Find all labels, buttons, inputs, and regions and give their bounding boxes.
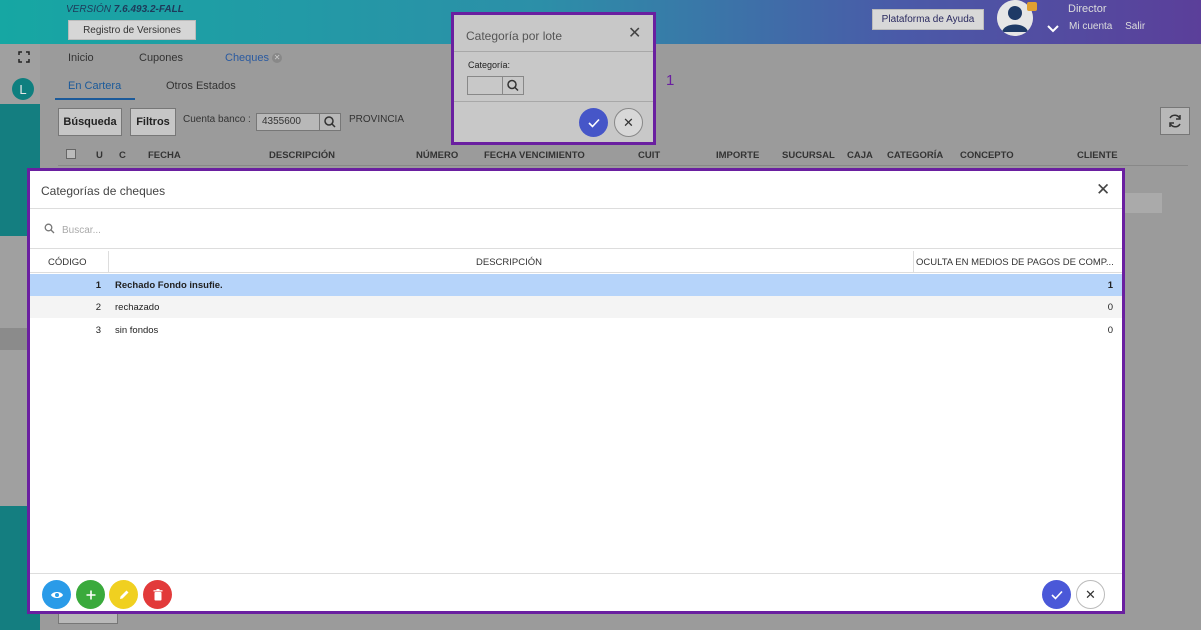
category-label: Categoría:: [468, 60, 511, 70]
table-row[interactable]: 1 Rechado Fondo insufie. 1: [30, 274, 1122, 296]
chevron-down-icon[interactable]: [1047, 24, 1059, 36]
add-button[interactable]: [76, 580, 105, 609]
close-icon[interactable]: ✕: [272, 53, 283, 64]
col-descripcion[interactable]: DESCRIPCIÓN: [476, 257, 542, 268]
bank-name: PROVINCIA: [349, 114, 405, 125]
divider: [454, 51, 653, 52]
trash-icon: [153, 588, 162, 600]
active-subtab-indicator: [55, 98, 135, 100]
col-oculta[interactable]: OCULTA EN MEDIOS DE PAGOS DE COMP...: [916, 257, 1114, 268]
delete-button[interactable]: [143, 580, 172, 609]
cell-code: 3: [95, 325, 101, 336]
tab-cheques-label: Cheques: [225, 52, 270, 64]
cell-description: Rechado Fondo insufie.: [115, 280, 223, 291]
refresh-button[interactable]: [1160, 107, 1190, 135]
refresh-icon: [1169, 114, 1181, 128]
tab-cheques[interactable]: Cheques ✕: [225, 52, 283, 64]
subtab-en-cartera[interactable]: En Cartera: [68, 80, 121, 92]
annotation-label-1: 1: [666, 72, 675, 89]
col-descripcion[interactable]: DESCRIPCIÓN: [269, 150, 335, 161]
cell-description: rechazado: [115, 302, 160, 313]
cancel-button[interactable]: ✕: [1076, 580, 1105, 609]
tab-inicio[interactable]: Inicio: [68, 52, 94, 64]
column-divider: [913, 251, 914, 273]
search-icon[interactable]: [319, 113, 341, 131]
col-cuit[interactable]: CUIT: [638, 150, 660, 161]
bank-account-label: Cuenta banco :: [183, 114, 251, 125]
divider: [454, 101, 653, 102]
bank-account-input[interactable]: 4355600: [256, 113, 320, 131]
select-all-checkbox[interactable]: [66, 149, 76, 162]
expand-icon[interactable]: [18, 51, 30, 66]
logo-badge: L: [12, 78, 34, 100]
check-icon: [1050, 590, 1063, 600]
logout-link[interactable]: Salir: [1125, 21, 1145, 32]
cell-description: sin fondos: [115, 325, 159, 336]
column-divider: [108, 251, 109, 273]
user-links: Mi cuenta Salir: [1069, 21, 1155, 32]
cancel-button[interactable]: ✕: [614, 108, 643, 137]
cell-code: 1: [95, 280, 101, 291]
cheques-table-header: U C FECHA DESCRIPCIÓN NÚMERO FECHA VENCI…: [58, 146, 1188, 166]
category-input[interactable]: [467, 76, 503, 95]
help-platform-button[interactable]: Plataforma de Ayuda: [872, 9, 984, 30]
close-icon[interactable]: ✕: [628, 23, 641, 43]
col-sucursal[interactable]: SUCURSAL: [782, 150, 835, 161]
search-icon: [44, 223, 55, 237]
edit-button[interactable]: [109, 580, 138, 609]
categories-table-header: CÓDIGO DESCRIPCIÓN OCULTA EN MEDIOS DE P…: [30, 251, 1122, 273]
cheque-categories-dialog: Categorías de cheques ✕ CÓDIGO DESCRIPCI…: [27, 168, 1125, 614]
pencil-icon: [119, 590, 128, 599]
cell-hidden: 1: [1107, 280, 1113, 291]
tab-cupones[interactable]: Cupones: [139, 52, 183, 64]
confirm-button[interactable]: [579, 108, 608, 137]
divider: [30, 208, 1122, 209]
cell-hidden: 0: [1107, 302, 1113, 313]
col-c[interactable]: C: [119, 150, 126, 161]
dialog-title: Categoría por lote: [466, 29, 563, 43]
col-numero[interactable]: NÚMERO: [416, 150, 458, 161]
footer-divider: [30, 573, 1122, 574]
col-u[interactable]: U: [96, 150, 103, 161]
cell-code: 2: [95, 302, 101, 313]
table-row: [1122, 193, 1162, 213]
confirm-button[interactable]: [1042, 580, 1071, 609]
col-categoria[interactable]: CATEGORÍA: [887, 150, 943, 161]
col-concepto[interactable]: CONCEPTO: [960, 150, 1014, 161]
col-fecha-vencimiento[interactable]: FECHA VENCIMIENTO: [484, 150, 585, 161]
my-account-link[interactable]: Mi cuenta: [1069, 21, 1112, 32]
changelog-button[interactable]: Registro de Versiones: [68, 20, 196, 40]
table-row[interactable]: 3 sin fondos 0: [30, 319, 1122, 341]
plus-icon: [86, 590, 95, 599]
cell-hidden: 0: [1107, 325, 1113, 336]
col-cliente[interactable]: CLIENTE: [1077, 150, 1118, 161]
filters-button[interactable]: Filtros: [130, 108, 176, 136]
col-codigo[interactable]: CÓDIGO: [48, 257, 87, 268]
subtab-otros-estados[interactable]: Otros Estados: [166, 80, 236, 92]
col-fecha[interactable]: FECHA: [148, 150, 181, 161]
dialog-title: Categorías de cheques: [41, 184, 166, 198]
view-button[interactable]: [42, 580, 71, 609]
col-caja[interactable]: CAJA: [847, 150, 873, 161]
col-importe[interactable]: IMPORTE: [716, 150, 759, 161]
search-icon[interactable]: [502, 76, 524, 95]
divider: [30, 248, 1122, 249]
version-label: VERSIÓN 7.6.493.2-FALL: [66, 4, 184, 15]
lock-icon: [1027, 2, 1037, 11]
search-button[interactable]: Búsqueda: [58, 108, 122, 136]
eye-icon: [50, 591, 63, 598]
user-name: Director: [1068, 3, 1107, 15]
batch-category-dialog: Categoría por lote ✕ Categoría: ✕: [451, 12, 656, 145]
table-row[interactable]: 2 rechazado 0: [30, 296, 1122, 318]
close-icon[interactable]: ✕: [1096, 180, 1110, 200]
search-input[interactable]: [62, 221, 462, 239]
check-icon: [587, 118, 600, 128]
